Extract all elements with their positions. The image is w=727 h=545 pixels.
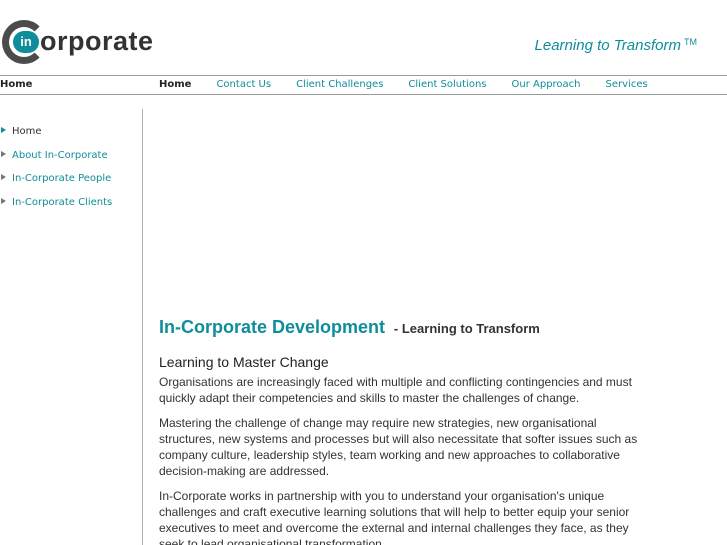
current-section-label: Home xyxy=(0,79,33,90)
page: in orporate Learning to Transform TM Home… xyxy=(0,0,727,545)
company-logo[interactable]: in orporate xyxy=(0,20,160,66)
logo-wordmark: orporate xyxy=(40,26,154,56)
top-nav-links: Home Contact Us Client Challenges Client… xyxy=(159,76,673,94)
body-paragraph-3: In-Corporate works in partnership with y… xyxy=(159,489,630,545)
logo-badge: in xyxy=(13,31,39,53)
sidebar-item-label: Home xyxy=(12,126,42,137)
sidebar-item-label: About In-Corporate xyxy=(12,149,108,161)
nav-link-client-challenges[interactable]: Client Challenges xyxy=(296,76,383,94)
triangle-right-icon xyxy=(1,197,6,204)
tagline-text: Learning to Transform xyxy=(534,37,681,54)
main-content: In-Corporate Development - Learning to T… xyxy=(159,310,639,545)
section-heading: Learning to Master Change xyxy=(159,354,329,370)
nav-link-client-solutions[interactable]: Client Solutions xyxy=(408,76,486,94)
triangle-right-icon xyxy=(1,150,6,157)
trademark-mark: TM xyxy=(684,37,697,47)
triangle-right-icon xyxy=(1,127,6,133)
body-paragraph-1: Organisations are increasingly faced wit… xyxy=(159,375,632,405)
sidebar: Home About In-Corporate In-Corporate Peo… xyxy=(0,109,143,545)
nav-link-our-approach[interactable]: Our Approach xyxy=(512,76,581,94)
sidebar-item-about[interactable]: About In-Corporate xyxy=(0,149,142,173)
sidebar-item-clients[interactable]: In-Corporate Clients xyxy=(0,196,142,220)
triangle-right-icon xyxy=(1,174,6,180)
page-title: In-Corporate Development - Learning to T… xyxy=(159,310,639,341)
sidebar-item-label: In-Corporate Clients xyxy=(12,196,113,208)
nav-link-contact-us[interactable]: Contact Us xyxy=(216,76,271,94)
page-title-suffix: - Learning to Transform xyxy=(393,321,540,336)
header-tagline: Learning to Transform TM xyxy=(535,37,697,54)
sidebar-item-people[interactable]: In-Corporate People xyxy=(0,172,142,196)
sidebar-menu: Home About In-Corporate In-Corporate Peo… xyxy=(0,125,142,219)
page-title-main: In-Corporate Development xyxy=(159,317,386,337)
sidebar-item-label: In-Corporate People xyxy=(12,173,112,184)
body-paragraph-2: Mastering the challenge of change may re… xyxy=(159,416,638,478)
nav-link-services[interactable]: Services xyxy=(606,76,648,94)
top-navigation-bar: Home Home Contact Us Client Challenges C… xyxy=(0,75,727,95)
sidebar-item-home[interactable]: Home xyxy=(0,125,142,149)
nav-link-home[interactable]: Home xyxy=(159,76,191,94)
